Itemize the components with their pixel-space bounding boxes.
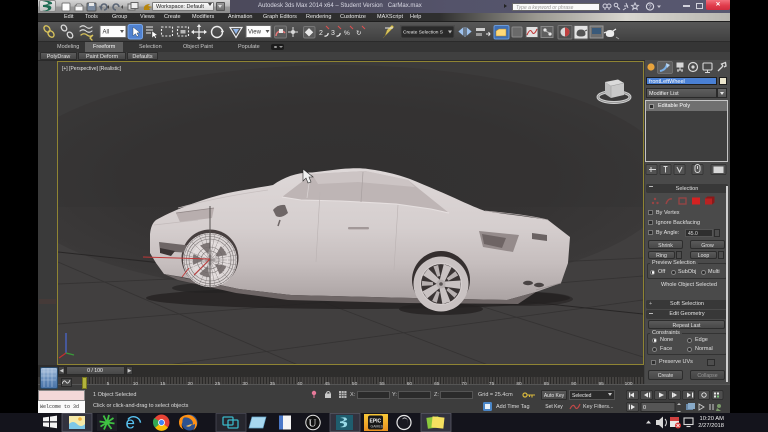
svg-text:View: View	[248, 29, 262, 35]
svg-text:%: %	[344, 30, 350, 37]
svg-text:[+] [Perspective] [Realistic]: [+] [Perspective] [Realistic]	[62, 66, 122, 72]
svg-text:2: 2	[319, 30, 323, 37]
svg-text:All: All	[103, 29, 110, 35]
svg-text:GAMES: GAMES	[371, 425, 384, 429]
svg-text:U: U	[309, 418, 317, 430]
svg-text:Create Selection S: Create Selection S	[403, 29, 443, 35]
svg-text:↻: ↻	[356, 30, 362, 37]
svg-text:3: 3	[331, 30, 335, 37]
svg-text:0: 0	[643, 405, 646, 411]
